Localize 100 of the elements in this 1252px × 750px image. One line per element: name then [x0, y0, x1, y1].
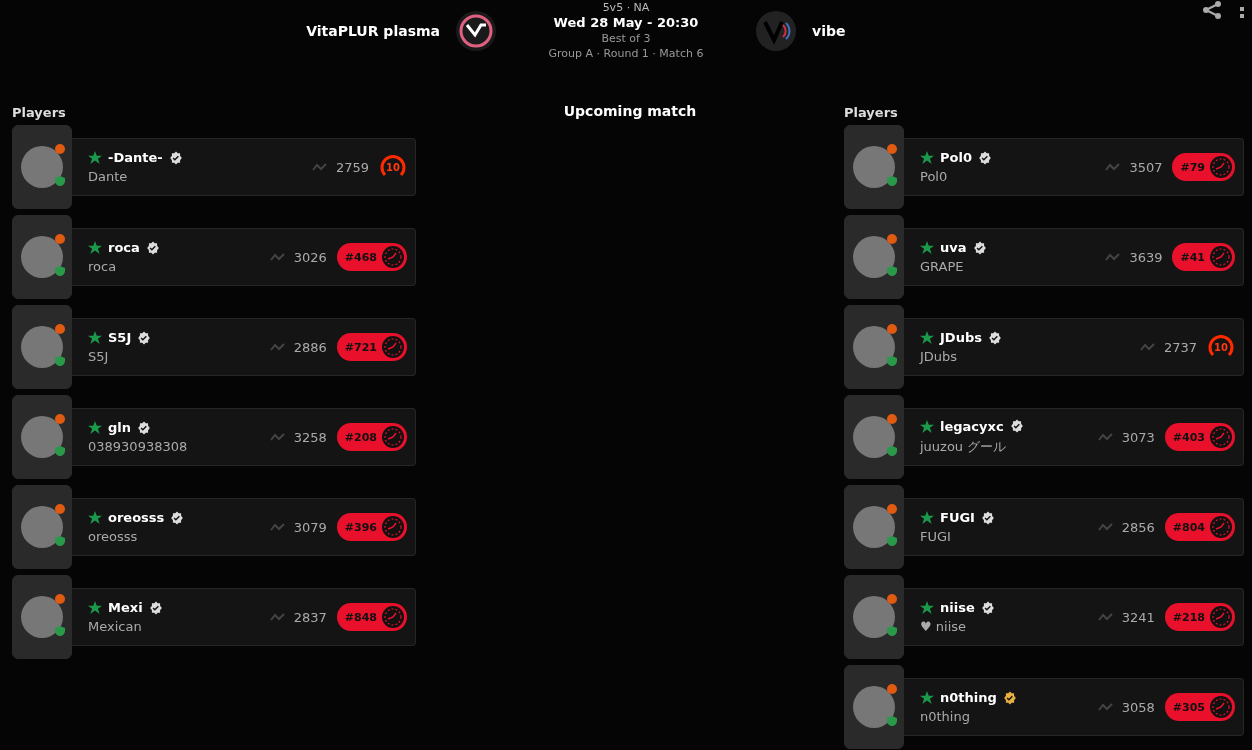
trend-icon [269, 253, 286, 261]
elo-value: 3507 [1129, 159, 1163, 175]
avatar-card[interactable] [844, 215, 904, 299]
player-card[interactable]: roca roca 3026 #468 [72, 228, 416, 286]
verified-check-icon [1002, 690, 1017, 705]
photo-placeholder [853, 596, 895, 638]
level-gauge: 10 [379, 153, 407, 181]
player-card[interactable]: -Dante- Dante 2759 10 [72, 138, 416, 196]
verified-check-icon [972, 240, 987, 255]
player-nickname: JDubs [940, 330, 982, 345]
avatar-card[interactable] [12, 215, 72, 299]
star-badge-icon [55, 324, 65, 334]
player-nickname: oreosss [108, 510, 165, 525]
star-icon [920, 511, 934, 524]
player-card[interactable]: JDubs JDubs 2737 10 [904, 318, 1244, 376]
elo-value: 3241 [1121, 609, 1155, 625]
star-badge-icon [55, 234, 65, 244]
level-gauge: 10 [1207, 333, 1235, 361]
trend-icon [1097, 523, 1114, 531]
photo-placeholder [21, 506, 63, 548]
player-name: S5J [88, 349, 110, 364]
star-icon [88, 601, 102, 614]
star-badge-icon [887, 594, 897, 604]
star-badge-icon [55, 594, 65, 604]
player-name: FUGI [920, 529, 952, 544]
shield-icon [55, 176, 65, 186]
player-name: GRAPE [920, 259, 965, 274]
trend-icon [269, 433, 286, 441]
player-nickname: roca [108, 240, 140, 255]
section-heading: Players [844, 105, 899, 122]
verified-check-icon [137, 420, 152, 435]
star-icon [920, 419, 934, 433]
verified-check-icon [145, 240, 160, 255]
player-nickname: n0thing [940, 690, 997, 705]
avatar-card[interactable] [844, 665, 904, 749]
player-card[interactable]: S5J S5J 2886 #721 [72, 318, 416, 376]
player-name: oreosss [88, 529, 139, 544]
shield-icon [55, 536, 65, 546]
avatar-card[interactable] [844, 305, 904, 389]
avatar-card[interactable] [844, 395, 904, 479]
team-logo [756, 11, 796, 51]
player-name: ♥ niise [920, 619, 968, 634]
photo-placeholder [21, 326, 63, 368]
clock-icon [1209, 155, 1233, 179]
player-card[interactable]: n0thing n0thing 3058 #305 [904, 678, 1244, 736]
trend-icon [1105, 253, 1122, 261]
avatar-card[interactable] [844, 485, 904, 569]
player-name: juuzou グール [920, 437, 1008, 456]
match-format: 5v5 · NA [602, 1, 650, 14]
player-nickname: Pol0 [940, 150, 972, 165]
share-icon[interactable] [1202, 0, 1222, 20]
avatar-card[interactable] [12, 395, 72, 479]
photo-placeholder [853, 236, 895, 278]
match-stage: Group A · Round 1 · Match 6 [548, 47, 704, 60]
clock-icon [381, 605, 405, 629]
avatar-card[interactable] [12, 305, 72, 389]
player-card[interactable]: oreosss oreosss 3079 #396 [72, 498, 416, 556]
player-name: Pol0 [920, 169, 949, 184]
player-name: roca [88, 259, 118, 274]
player-card[interactable]: uva GRAPE 3639 #41 [904, 228, 1244, 286]
player-card[interactable]: gln 038930938308 3258 #208 [72, 408, 416, 466]
player-card[interactable]: legacyxc juuzou グール 3073 #403 [904, 408, 1244, 466]
elo-value: 3058 [1121, 699, 1155, 715]
photo-placeholder [21, 596, 63, 638]
star-icon [88, 151, 102, 164]
avatar-card[interactable] [844, 125, 904, 209]
player-nickname: uva [940, 240, 967, 255]
verified-check-icon [1009, 419, 1024, 433]
trend-icon [269, 613, 286, 621]
verified-check-icon [980, 600, 995, 615]
player-nickname: gln [108, 420, 132, 435]
trend-icon [1097, 433, 1114, 441]
photo-placeholder [853, 146, 895, 188]
player-card[interactable]: FUGI FUGI 2856 #804 [904, 498, 1244, 556]
elo-value: 2856 [1121, 519, 1155, 535]
player-card[interactable]: Mexi Mexican 2837 #848 [72, 588, 416, 646]
avatar-card[interactable] [12, 575, 72, 659]
star-badge-icon [887, 144, 897, 154]
elo-value: 3073 [1121, 429, 1155, 445]
rank-badge: #468 [336, 243, 407, 271]
avatar-card[interactable] [12, 485, 72, 569]
photo-placeholder [21, 416, 63, 458]
star-icon [920, 691, 934, 704]
rank-badge: #396 [336, 513, 407, 541]
photo-placeholder [21, 236, 63, 278]
player-card[interactable]: niise ♥ niise 3241 #218 [904, 588, 1244, 646]
player-nickname: S5J [108, 330, 132, 345]
player-card[interactable]: Pol0 Pol0 3507 #79 [904, 138, 1244, 196]
photo-placeholder [853, 506, 895, 548]
star-icon [88, 421, 102, 434]
avatar-card[interactable] [12, 125, 72, 209]
shield-icon [55, 266, 65, 276]
shield-icon [887, 446, 897, 456]
clock-icon [381, 335, 405, 359]
verified-check-icon [148, 600, 163, 615]
avatar-card[interactable] [844, 575, 904, 659]
shield-icon [55, 626, 65, 636]
clock-icon [1209, 245, 1233, 269]
elo-value: 3079 [293, 519, 327, 535]
rank-badge: #79 [1172, 153, 1235, 181]
